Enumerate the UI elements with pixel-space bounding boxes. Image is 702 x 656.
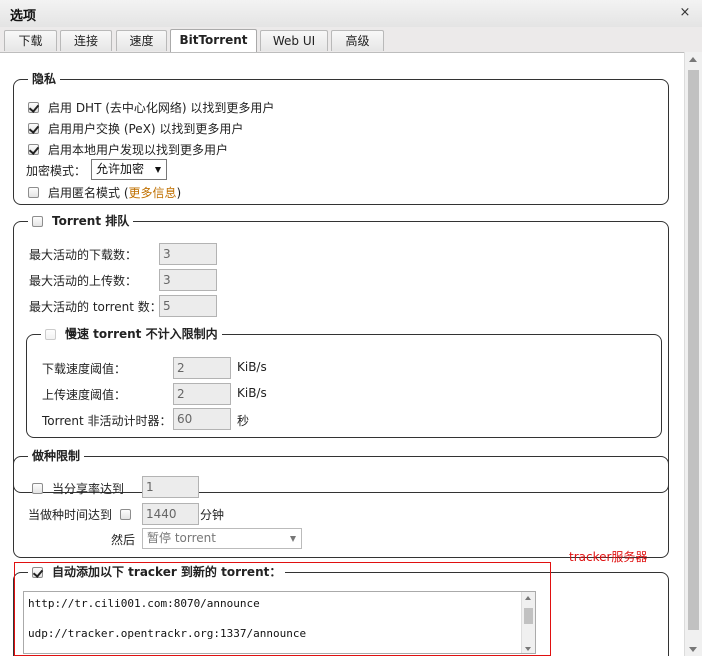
seeding-time-unit: 分钟 — [200, 508, 225, 522]
seeding-legend: 做种限制 — [28, 448, 85, 464]
dht-checkbox[interactable] — [28, 102, 39, 113]
slow-torrents-checkbox[interactable] — [45, 328, 56, 340]
lsd-checkbox[interactable] — [28, 144, 39, 155]
max-uploads-input[interactable]: 3 — [159, 269, 217, 291]
tab-advanced[interactable]: 高级 — [331, 30, 384, 51]
scroll-up-icon[interactable] — [689, 57, 697, 62]
tab-connection[interactable]: 连接 — [60, 30, 112, 51]
max-torrents-input[interactable]: 5 — [159, 295, 217, 317]
dialog-title: 选项 — [10, 9, 37, 24]
anonymous-option[interactable]: 启用匿名模式 (更多信息) — [28, 184, 181, 201]
options-content: 隐私 启用 DHT (去中心化网络) 以找到更多用户 启用用户交换 (PeX) … — [0, 52, 684, 656]
anonymous-label-suffix: ) — [176, 185, 182, 200]
ratio-checkbox[interactable] — [32, 483, 43, 494]
then-action-value: 暂停 torrent — [147, 531, 216, 545]
scroll-down-icon[interactable] — [689, 647, 697, 652]
trackers-textarea[interactable]: http://tr.cili001.com:8070/announce udp:… — [23, 591, 536, 654]
tracker-line: udp://tracker.opentrackr.org:1337/announ… — [28, 627, 307, 640]
tab-bar: 下载 连接 速度 BitTorrent Web UI 高级 — [0, 27, 702, 53]
max-uploads-label: 最大活动的上传数： — [29, 274, 138, 288]
inactive-timer-input[interactable]: 60 — [173, 408, 231, 430]
inactive-timer-unit: 秒 — [237, 414, 250, 428]
ul-threshold-input[interactable]: 2 — [173, 383, 231, 405]
max-downloads-label: 最大活动的下载数： — [29, 248, 138, 262]
lsd-label: 启用本地用户发现以找到更多用户 — [48, 143, 229, 157]
trackers-legend: 自动添加以下 tracker 到新的 torrent： — [28, 564, 286, 580]
pex-checkbox[interactable] — [28, 123, 39, 134]
ul-threshold-label: 上传速度阈值： — [42, 388, 127, 402]
encryption-label: 加密模式： — [26, 164, 87, 178]
anonymous-label-prefix: 启用匿名模式 ( — [48, 186, 129, 200]
tracker-line: http://tr.cili001.com:8070/announce — [28, 597, 260, 610]
queueing-legend: Torrent 排队 — [28, 213, 134, 229]
tab-download[interactable]: 下载 — [4, 30, 57, 51]
more-info-link[interactable]: 更多信息 — [129, 184, 177, 201]
slow-torrents-legend: 慢速 torrent 不计入限制内 — [41, 326, 222, 342]
encryption-select[interactable]: 允许加密 — [91, 159, 167, 180]
chevron-down-icon — [155, 167, 161, 173]
queueing-checkbox[interactable] — [32, 215, 43, 227]
dl-threshold-input[interactable]: 2 — [173, 357, 231, 379]
scroll-up-icon[interactable] — [525, 596, 531, 600]
ul-threshold-unit: KiB/s — [237, 386, 267, 400]
max-torrents-label: 最大活动的 torrent 数： — [29, 300, 162, 314]
annotation-label: tracker服务器 — [569, 550, 648, 564]
tab-speed[interactable]: 速度 — [116, 30, 167, 51]
dl-threshold-unit: KiB/s — [237, 360, 267, 374]
then-label: 然后 — [111, 533, 136, 547]
max-downloads-input[interactable]: 3 — [159, 243, 217, 265]
dl-threshold-label: 下载速度阈值： — [42, 362, 127, 376]
trackers-checkbox[interactable] — [32, 566, 43, 578]
chevron-down-icon — [290, 536, 296, 542]
pex-label: 启用用户交换 (PeX) 以找到更多用户 — [48, 122, 244, 136]
dht-label: 启用 DHT (去中心化网络) 以找到更多用户 — [48, 101, 275, 115]
pex-option[interactable]: 启用用户交换 (PeX) 以找到更多用户 — [28, 120, 243, 137]
scroll-down-icon[interactable] — [525, 647, 531, 651]
seeding-time-input[interactable]: 1440 — [142, 503, 199, 525]
trackers-scroll-thumb[interactable] — [524, 608, 533, 624]
main-scrollbar[interactable] — [684, 52, 702, 656]
anonymous-checkbox[interactable] — [28, 187, 39, 198]
seeding-time-checkbox[interactable] — [120, 509, 132, 520]
trackers-scrollbar[interactable] — [521, 592, 535, 653]
ratio-label: 当分享率达到 — [52, 482, 125, 496]
privacy-legend: 隐私 — [28, 71, 61, 87]
lsd-option[interactable]: 启用本地用户发现以找到更多用户 — [28, 141, 228, 158]
tab-webui[interactable]: Web UI — [260, 30, 328, 51]
inactive-timer-label: Torrent 非活动计时器： — [42, 414, 172, 428]
seeding-time-label: 当做种时间达到 — [28, 508, 113, 522]
main-scroll-thumb[interactable] — [688, 70, 699, 630]
seeding-time-option[interactable]: 当做种时间达到 — [28, 506, 132, 523]
then-action-select[interactable]: 暂停 torrent — [142, 528, 302, 549]
encryption-value: 允许加密 — [96, 162, 145, 176]
ratio-input[interactable]: 1 — [142, 476, 199, 498]
ratio-option[interactable]: 当分享率达到 — [32, 480, 124, 497]
dialog-title-bar: 选项 × — [0, 0, 702, 28]
tab-bittorrent[interactable]: BitTorrent — [170, 29, 257, 52]
close-icon[interactable]: × — [678, 5, 692, 21]
dht-option[interactable]: 启用 DHT (去中心化网络) 以找到更多用户 — [28, 99, 274, 116]
